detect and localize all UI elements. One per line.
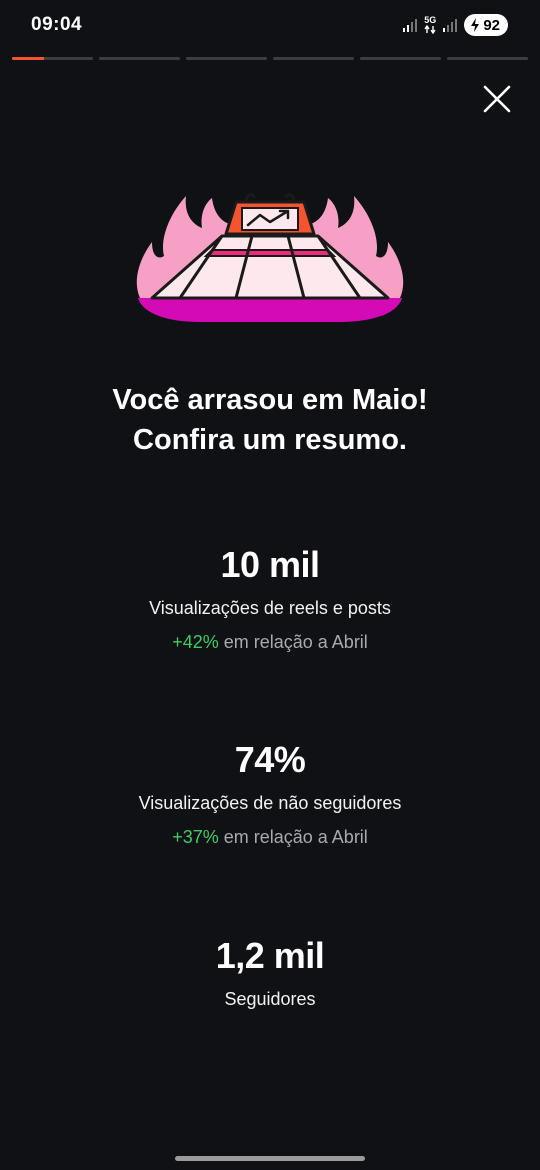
network-type-label: 5G: [424, 15, 437, 25]
signal-strength-2-icon: [443, 19, 458, 32]
signal-strength-icon: [403, 19, 418, 32]
battery-level: 92: [483, 16, 500, 34]
story-progress-segment: [360, 57, 441, 60]
stat-comparison: +37% em relação a Abril: [0, 824, 540, 850]
stat-views: 10 mil Visualizações de reels e posts +4…: [0, 543, 540, 655]
story-progress-bar: [12, 57, 528, 60]
status-time: 09:04: [31, 14, 83, 35]
stat-label: Seguidores: [224, 989, 316, 1009]
story-progress-segment: [186, 57, 267, 60]
headline-line-2: Confira um resumo.: [133, 424, 407, 456]
stat-change: +37%: [172, 827, 219, 847]
story-progress-segment: [12, 57, 93, 60]
home-indicator[interactable]: [175, 1156, 365, 1161]
headline-line-1: Você arrasou em Maio!: [112, 384, 428, 416]
network-type-icon: 5G: [424, 16, 436, 34]
stat-value: 1,2 mil: [215, 935, 325, 976]
status-bar: 09:04 5G 92: [0, 0, 540, 52]
stat-label: Visualizações de não seguidores: [138, 793, 402, 813]
status-icons: 5G 92: [402, 14, 508, 36]
close-button[interactable]: [478, 80, 516, 118]
summary-headline: Você arrasou em Maio! Confira um resumo.: [0, 380, 540, 460]
story-progress-fill: [12, 57, 45, 60]
story-progress-segment: [99, 57, 180, 60]
stage-base: [138, 298, 402, 322]
stat-comparison: +42% em relação a Abril: [0, 629, 540, 655]
charging-bolt-icon: [471, 18, 480, 32]
battery-indicator: 92: [464, 14, 508, 36]
stat-value: 10 mil: [220, 544, 320, 585]
stat-followers: 1,2 mil Seguidores: [0, 934, 540, 1012]
stat-comparison-text: em relação a Abril: [218, 827, 368, 847]
close-icon: [483, 85, 511, 113]
stat-non-follower-views: 74% Visualizações de não seguidores +37%…: [0, 738, 540, 850]
stat-label: Visualizações de reels e posts: [149, 598, 391, 618]
trending-stage-illustration: [136, 193, 404, 322]
stat-value: 74%: [234, 739, 306, 780]
story-progress-segment: [273, 57, 354, 60]
data-transfer-icon: [424, 25, 436, 34]
story-progress-segment: [447, 57, 528, 60]
stat-change: +42%: [172, 632, 219, 652]
stat-comparison-text: em relação a Abril: [218, 632, 368, 652]
